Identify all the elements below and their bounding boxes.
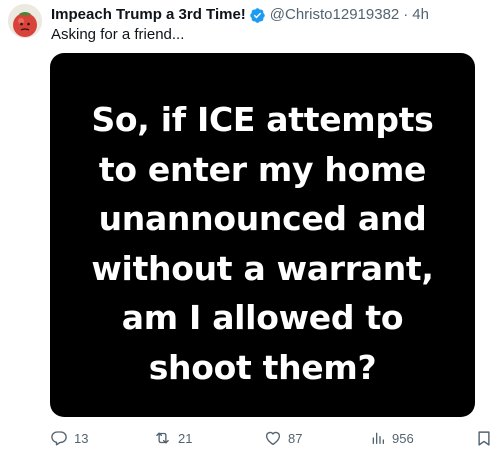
media-text-line: without a warrant, [91, 248, 434, 288]
views-count: 956 [392, 430, 414, 446]
bookmark-icon [478, 430, 490, 446]
avatar[interactable] [8, 4, 42, 38]
reply-count: 13 [74, 430, 89, 446]
author-display-name[interactable]: Impeach Trump a 3rd Time! [51, 5, 246, 25]
media-text-line: to enter my home [98, 149, 427, 189]
tomato-avatar-icon [8, 4, 42, 38]
views-button[interactable]: 956 [370, 428, 414, 448]
repost-icon [156, 432, 169, 444]
media-text-line: unannounced and [98, 199, 427, 238]
like-button[interactable]: 87 [264, 428, 302, 448]
tweet[interactable]: Impeach Trump a 3rd Time! @Christo129193… [0, 0, 499, 461]
author-handle[interactable]: @Christo12919382 [270, 5, 399, 25]
reply-button[interactable]: 13 [50, 428, 88, 448]
reply-icon [51, 431, 67, 446]
views-chart-icon [372, 432, 384, 444]
tweet-actions-bar: 13 21 87 956 [50, 428, 490, 448]
verified-badge-icon[interactable] [249, 7, 266, 24]
tweet-media-image[interactable]: So, if ICE attempts to enter my home una… [50, 53, 475, 417]
heart-icon [265, 431, 281, 446]
repost-count: 21 [178, 430, 193, 446]
media-text-line: am I allowed to [121, 298, 404, 337]
bookmark-button[interactable] [475, 428, 499, 448]
header-separator: · [403, 6, 409, 23]
media-text-line: So, if ICE attempts [91, 100, 434, 139]
tweet-header: Impeach Trump a 3rd Time! @Christo129193… [51, 5, 429, 25]
repost-button[interactable]: 21 [153, 428, 192, 448]
tweet-text: Asking for a friend... [51, 26, 185, 43]
media-text-block: So, if ICE attempts to enter my home una… [50, 95, 475, 392]
media-text-line: shoot them? [148, 347, 377, 387]
tweet-timestamp[interactable]: 4h [412, 5, 429, 25]
like-count: 87 [288, 430, 303, 446]
